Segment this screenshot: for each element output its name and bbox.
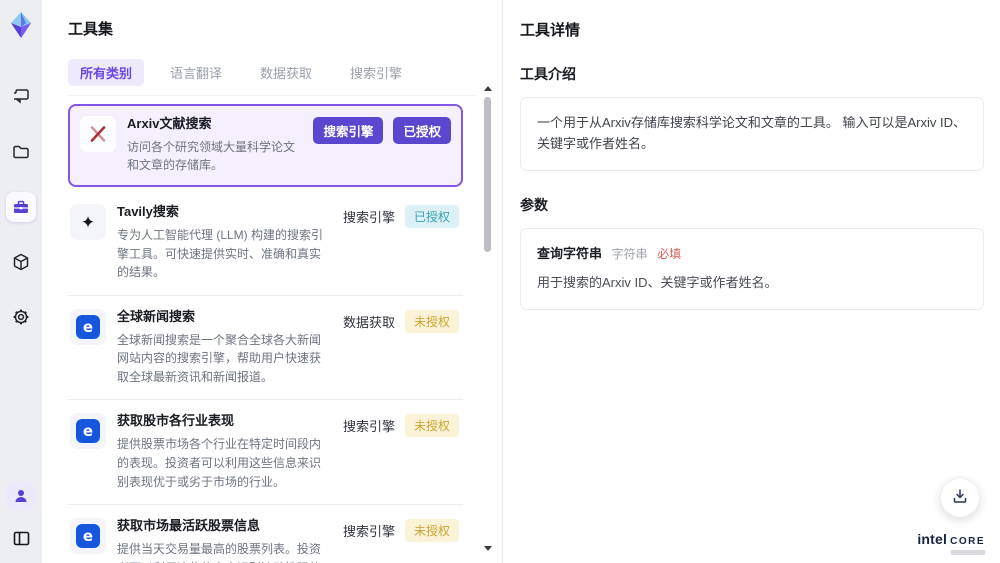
category-tab-label: 语言翻译 (170, 66, 223, 81)
category-tab-label: 搜索引擎 (350, 66, 403, 81)
tool-row[interactable]: e 全球新闻搜索 全球新闻搜索是一个聚合全球各大新闻网站内容的搜索引擎，帮助用户… (68, 296, 463, 401)
sidebar-item-settings[interactable] (6, 302, 36, 332)
news-service-icon: e (76, 419, 100, 444)
param-name: 查询字符串 (537, 245, 603, 261)
tool-category-label: 搜索引擎 (313, 117, 384, 144)
tool-category-label: 搜索引擎 (342, 419, 395, 435)
tool-info: 获取市场最活跃股票信息 提供当天交易量最高的股票列表。投资者可以利用这些信息来识… (106, 518, 343, 563)
tool-title: Tavily搜索 (117, 204, 179, 220)
tool-title: Arxiv文献搜索 (127, 116, 212, 131)
tool-detail-panel: 工具详情 工具介绍 一个用于从Arxiv存储库搜索科学论文和文章的工具。 输入可… (503, 0, 1000, 563)
scroll-up-arrow[interactable] (484, 86, 492, 91)
intel-core-logo: intel CORE (917, 532, 985, 555)
tool-row[interactable]: e 获取股市各行业表现 提供股票市场各个行业在特定时间段内的表现。投资者可以利用… (68, 400, 463, 506)
tavily-star-icon: ✦ (80, 212, 96, 232)
intel-wordmark: intel (917, 531, 948, 547)
gear-icon (11, 307, 31, 327)
param-type: 字符串 (611, 246, 648, 261)
tool-category-label: 数据获取 (342, 314, 395, 330)
sidebar-item-files[interactable] (6, 137, 36, 167)
tool-description: 访问各个研究领域大量科学论文和文章的存储库。 (127, 139, 296, 173)
intel-sub-badge (951, 550, 985, 555)
tool-icon-tile: e (70, 413, 106, 450)
category-tab[interactable]: 搜索引擎 (338, 59, 414, 86)
user-icon (12, 487, 30, 505)
tool-title: 获取股市各行业表现 (117, 413, 235, 429)
tool-row[interactable]: Arxiv文献搜索 访问各个研究领域大量科学论文和文章的存储库。 搜索引擎 已授… (68, 104, 463, 188)
tool-category-label: 搜索引擎 (342, 210, 395, 226)
tool-category-label: 搜索引擎 (342, 524, 395, 540)
tool-description: 全球新闻搜索是一个聚合全球各大新闻网站内容的搜索引擎，帮助用户快速获取全球最新资… (117, 332, 322, 384)
panel-layout-icon (12, 529, 31, 548)
chat-icon (11, 87, 31, 107)
tool-list: Arxiv文献搜索 访问各个研究领域大量科学论文和文章的存储库。 搜索引擎 已授… (68, 104, 477, 563)
news-service-icon: e (76, 314, 100, 339)
category-tab-label: 所有类别 (80, 66, 133, 81)
param-box: 查询字符串 字符串 必填 用于搜索的Arxiv ID、关键字或作者姓名。 (520, 227, 984, 311)
intro-box: 一个用于从Arxiv存储库搜索科学论文和文章的工具。 输入可以是Arxiv ID… (520, 97, 984, 171)
cube-icon (11, 252, 31, 272)
download-button[interactable] (941, 479, 979, 517)
category-tab-label: 数据获取 (260, 66, 313, 81)
detail-title: 工具详情 (520, 22, 581, 39)
tool-row[interactable]: ✦ Tavily搜索 专为人工智能代理 (LLM) 构建的搜索引擎工具。可快速提… (68, 191, 463, 296)
folder-icon (11, 142, 31, 162)
news-service-icon: e (76, 524, 100, 549)
category-tabs: 所有类别 语言翻译 数据获取 搜索引擎 (68, 59, 477, 96)
tool-auth-status-badge: 已授权 (404, 205, 459, 229)
tool-icon-tile: e (70, 518, 106, 555)
tool-info: Arxiv文献搜索 访问各个研究领域大量科学论文和文章的存储库。 (116, 116, 313, 175)
tool-description: 提供当天交易量最高的股票列表。投资者可以利用这些信息来识别流动性强的股票和潜在的… (117, 541, 322, 563)
tool-list-panel: 工具集 所有类别 语言翻译 数据获取 搜索引擎 Arxiv文献搜索 访问各个研究领域大… (42, 0, 503, 563)
app-logo-icon (6, 10, 36, 40)
list-scrollbar[interactable] (483, 86, 493, 551)
tool-icon-tile: ✦ (70, 204, 106, 241)
tool-info: Tavily搜索 专为人工智能代理 (LLM) 构建的搜索引擎工具。可快速提供实… (106, 204, 343, 282)
param-required-badge: 必填 (657, 246, 682, 261)
tool-meta: 搜索引擎 未授权 (342, 414, 459, 438)
category-tab[interactable]: 所有类别 (68, 59, 145, 86)
sidebar-item-panel-toggle[interactable] (6, 523, 36, 553)
sidebar-item-chat[interactable] (6, 82, 36, 112)
tool-meta: 搜索引擎 已授权 (313, 117, 451, 144)
download-icon (951, 487, 969, 510)
tool-title: 获取市场最活跃股票信息 (117, 518, 261, 534)
core-wordmark: CORE (950, 536, 985, 547)
category-tab[interactable]: 语言翻译 (158, 59, 234, 86)
tool-meta: 搜索引擎 已授权 (342, 205, 459, 229)
tool-auth-status-badge: 未授权 (404, 519, 459, 543)
tool-info: 全球新闻搜索 全球新闻搜索是一个聚合全球各大新闻网站内容的搜索引擎，帮助用户快速… (106, 309, 343, 387)
tool-meta: 搜索引擎 未授权 (342, 519, 459, 543)
param-description: 用于搜索的Arxiv ID、关键字或作者姓名。 (537, 275, 778, 291)
sidebar-item-packages[interactable] (6, 247, 36, 277)
tool-icon-tile: e (70, 308, 106, 345)
toolbox-icon (11, 197, 31, 217)
tool-meta: 数据获取 未授权 (342, 309, 459, 333)
scrollbar-thumb[interactable] (484, 97, 491, 252)
tool-description: 专为人工智能代理 (LLM) 构建的搜索引擎工具。可快速提供实时、准确和真实的结… (117, 227, 324, 280)
page-title: 工具集 (68, 21, 114, 38)
tool-auth-status-badge: 未授权 (404, 309, 459, 333)
scroll-down-arrow[interactable] (484, 546, 492, 551)
tool-icon-tile (80, 116, 116, 152)
sidebar-item-tools[interactable] (6, 192, 36, 222)
param-header: 查询字符串 字符串 必填 (537, 244, 967, 265)
category-tab[interactable]: 数据获取 (248, 59, 324, 86)
tool-auth-status-badge: 已授权 (393, 117, 451, 144)
tool-auth-status-badge: 未授权 (404, 414, 459, 438)
tool-info: 获取股市各行业表现 提供股票市场各个行业在特定时间段内的表现。投资者可以利用这些… (106, 413, 343, 491)
intro-text: 一个用于从Arxiv存储库搜索科学论文和文章的工具。 输入可以是Arxiv ID… (537, 115, 967, 151)
app-sidebar (0, 0, 42, 563)
params-heading: 参数 (520, 196, 548, 213)
param-list: 查询字符串 字符串 必填 用于搜索的Arxiv ID、关键字或作者姓名。 (520, 227, 984, 311)
intro-heading: 工具介绍 (520, 66, 576, 82)
tool-description: 提供股票市场各个行业在特定时间段内的表现。投资者可以利用这些信息来识别表现优于或… (117, 437, 322, 489)
sidebar-item-account[interactable] (6, 481, 36, 511)
arxiv-logo-icon (88, 124, 108, 144)
tool-title: 全球新闻搜索 (117, 308, 196, 324)
tool-row[interactable]: e 获取市场最活跃股票信息 提供当天交易量最高的股票列表。投资者可以利用这些信息… (68, 505, 463, 563)
